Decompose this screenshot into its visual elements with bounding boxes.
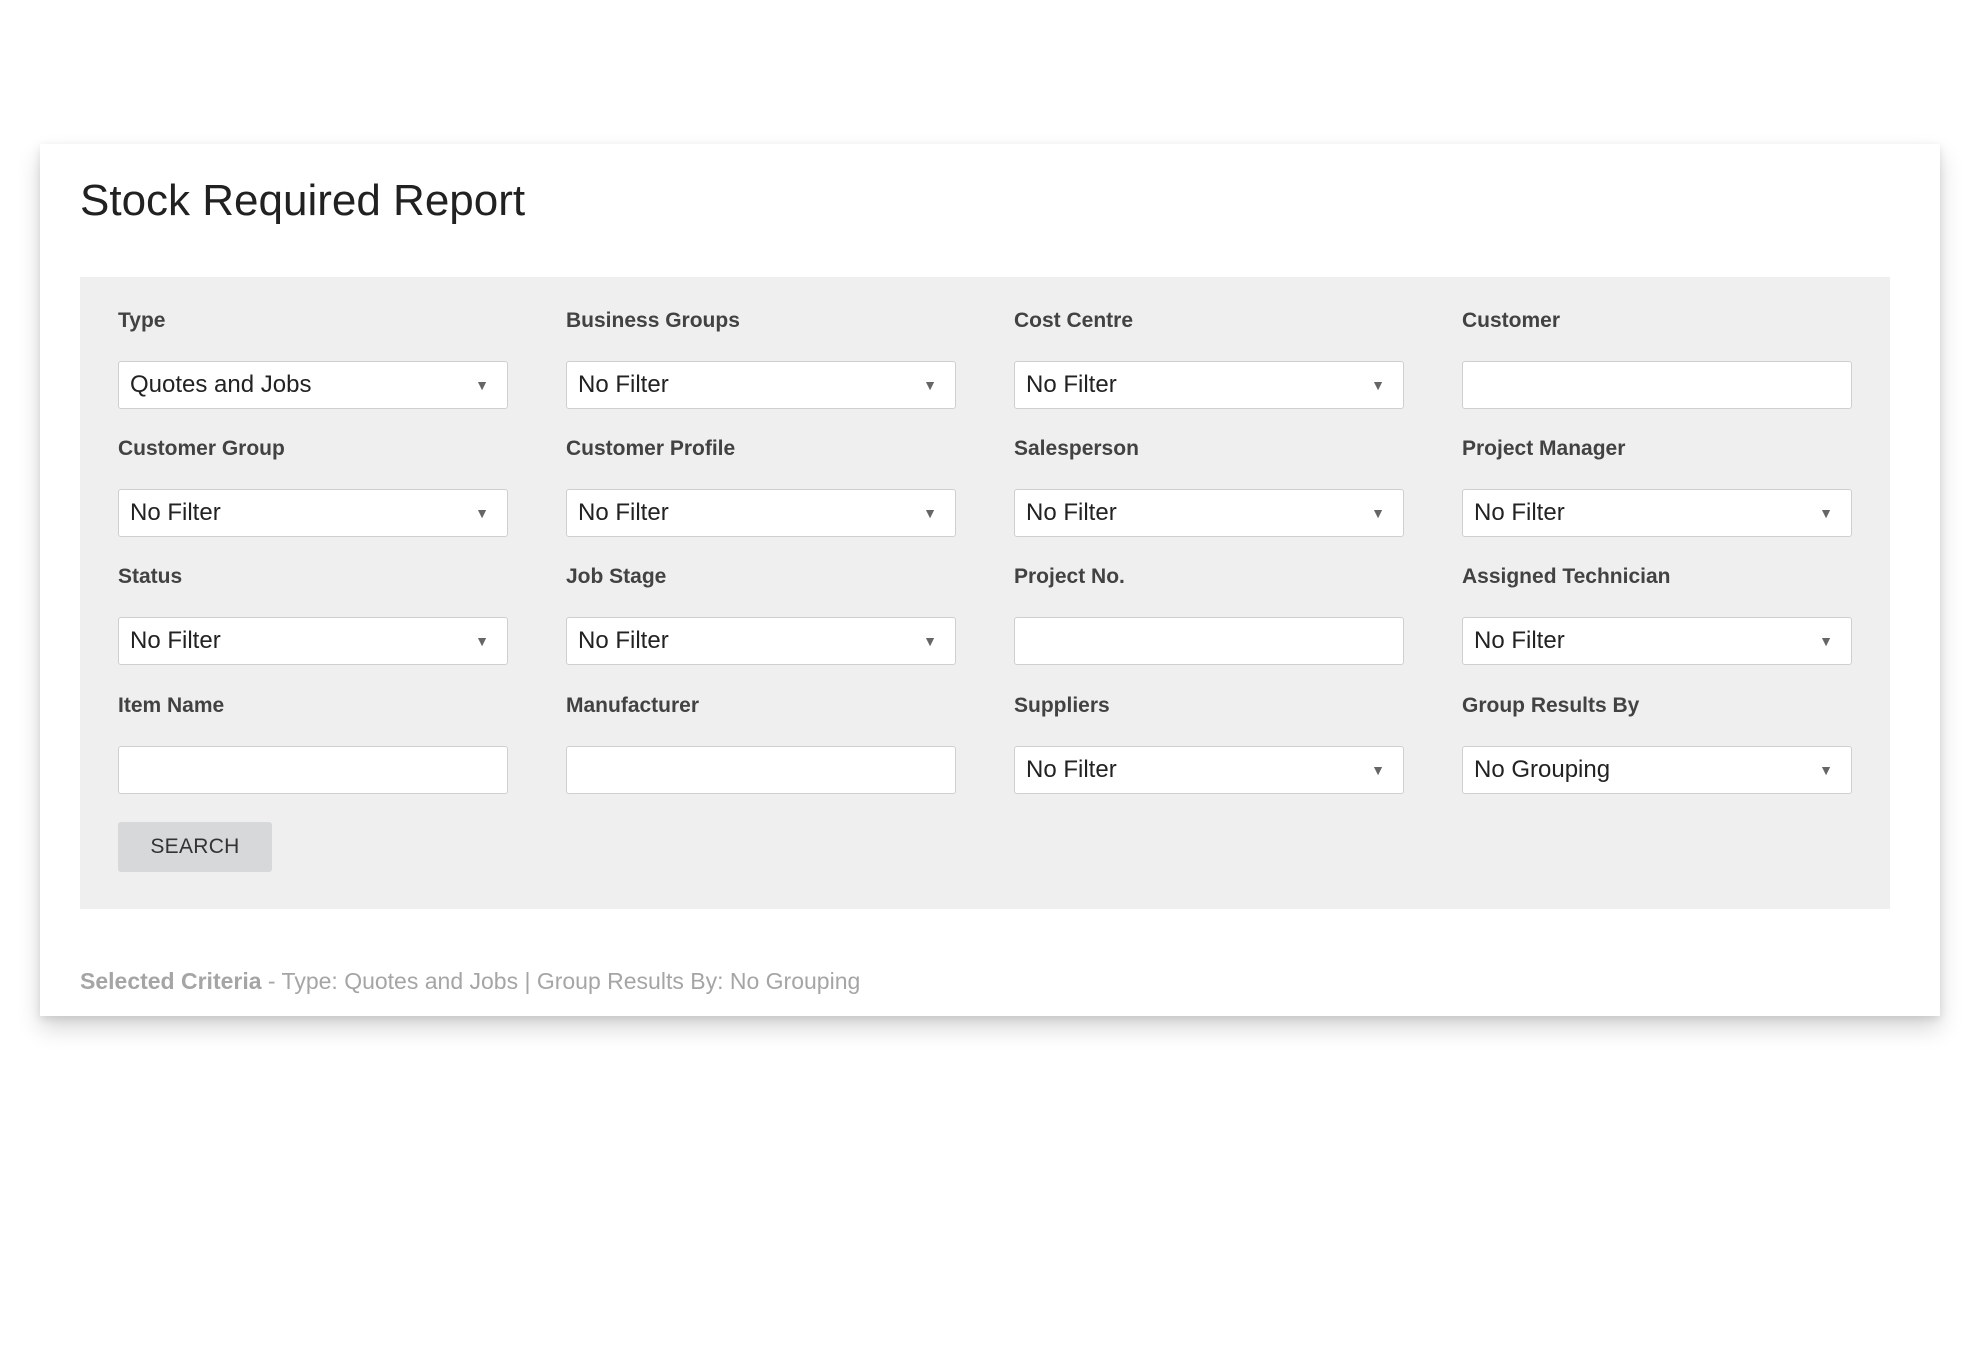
customer-group-selected-value: No Filter bbox=[130, 499, 221, 526]
business-groups-label: Business Groups bbox=[566, 309, 740, 332]
caret-down-icon: ▼ bbox=[1819, 505, 1833, 521]
selected-criteria: Selected Criteria - Type: Quotes and Job… bbox=[80, 968, 860, 996]
search-button[interactable]: SEARCH bbox=[118, 822, 272, 872]
cost-centre-label: Cost Centre bbox=[1014, 309, 1134, 332]
page-title: Stock Required Report bbox=[80, 176, 526, 225]
status-label: Status bbox=[118, 565, 183, 588]
assigned-technician-select[interactable]: No Filter ▼ bbox=[1462, 617, 1852, 665]
caret-down-icon: ▼ bbox=[1819, 762, 1833, 778]
type-selected-value: Quotes and Jobs bbox=[130, 371, 312, 398]
caret-down-icon: ▼ bbox=[923, 505, 937, 521]
filter-panel: SEARCH Type Quotes and Jobs ▼ Business Grou… bbox=[80, 277, 1890, 909]
salesperson-label: Salesperson bbox=[1014, 437, 1139, 460]
caret-down-icon: ▼ bbox=[475, 633, 489, 649]
caret-down-icon: ▼ bbox=[1819, 633, 1833, 649]
caret-down-icon: ▼ bbox=[1371, 377, 1385, 393]
project-no-input[interactable] bbox=[1014, 617, 1404, 665]
project-manager-selected-value: No Filter bbox=[1474, 499, 1565, 526]
customer-group-select[interactable]: No Filter ▼ bbox=[118, 489, 508, 537]
assigned-technician-selected-value: No Filter bbox=[1474, 627, 1565, 654]
salesperson-selected-value: No Filter bbox=[1026, 499, 1117, 526]
manufacturer-label: Manufacturer bbox=[566, 694, 700, 717]
cost-centre-select[interactable]: No Filter ▼ bbox=[1014, 361, 1404, 409]
customer-profile-select[interactable]: No Filter ▼ bbox=[566, 489, 956, 537]
caret-down-icon: ▼ bbox=[475, 505, 489, 521]
customer-group-label: Customer Group bbox=[118, 437, 285, 460]
group-results-by-label: Group Results By bbox=[1462, 694, 1640, 717]
assigned-technician-label: Assigned Technician bbox=[1462, 565, 1671, 588]
type-select[interactable]: Quotes and Jobs ▼ bbox=[118, 361, 508, 409]
report-card: Stock Required Report SEARCH Type Quotes … bbox=[40, 144, 1940, 1016]
type-label: Type bbox=[118, 309, 166, 332]
customer-profile-label: Customer Profile bbox=[566, 437, 736, 460]
suppliers-selected-value: No Filter bbox=[1026, 756, 1117, 783]
group-results-by-select[interactable]: No Grouping ▼ bbox=[1462, 746, 1852, 794]
selected-criteria-text: - Type: Quotes and Jobs | Group Results … bbox=[261, 968, 861, 994]
project-manager-label: Project Manager bbox=[1462, 437, 1626, 460]
group-results-by-selected-value: No Grouping bbox=[1474, 756, 1611, 783]
item-name-input[interactable] bbox=[118, 746, 508, 794]
business-groups-selected-value: No Filter bbox=[578, 371, 669, 398]
cost-centre-selected-value: No Filter bbox=[1026, 371, 1117, 398]
caret-down-icon: ▼ bbox=[475, 377, 489, 393]
project-no-label: Project No. bbox=[1014, 565, 1125, 588]
salesperson-select[interactable]: No Filter ▼ bbox=[1014, 489, 1404, 537]
selected-criteria-label: Selected Criteria bbox=[80, 968, 262, 994]
status-select[interactable]: No Filter ▼ bbox=[118, 617, 508, 665]
item-name-label: Item Name bbox=[118, 694, 225, 717]
customer-input[interactable] bbox=[1462, 361, 1852, 409]
customer-profile-selected-value: No Filter bbox=[578, 499, 669, 526]
job-stage-selected-value: No Filter bbox=[578, 627, 669, 654]
caret-down-icon: ▼ bbox=[923, 633, 937, 649]
caret-down-icon: ▼ bbox=[1371, 762, 1385, 778]
customer-label: Customer bbox=[1462, 309, 1561, 332]
caret-down-icon: ▼ bbox=[1371, 505, 1385, 521]
project-manager-select[interactable]: No Filter ▼ bbox=[1462, 489, 1852, 537]
suppliers-label: Suppliers bbox=[1014, 694, 1110, 717]
job-stage-select[interactable]: No Filter ▼ bbox=[566, 617, 956, 665]
manufacturer-input[interactable] bbox=[566, 746, 956, 794]
suppliers-select[interactable]: No Filter ▼ bbox=[1014, 746, 1404, 794]
business-groups-select[interactable]: No Filter ▼ bbox=[566, 361, 956, 409]
caret-down-icon: ▼ bbox=[923, 377, 937, 393]
status-selected-value: No Filter bbox=[130, 627, 221, 654]
job-stage-label: Job Stage bbox=[566, 565, 667, 588]
